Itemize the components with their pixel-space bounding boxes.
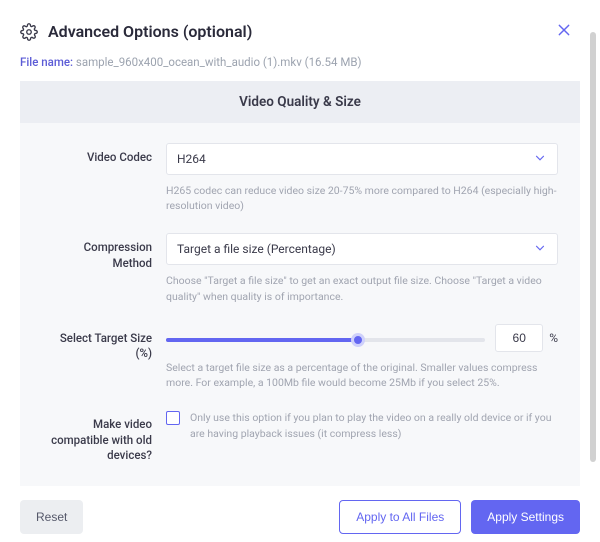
file-name-line: File name: sample_960x400_ocean_with_aud… — [20, 55, 580, 69]
slider-thumb[interactable] — [351, 333, 365, 347]
file-size: (16.54 MB) — [305, 55, 362, 69]
hint-video-codec: H265 codec can reduce video size 20-75% … — [166, 183, 558, 213]
row-compression: Compression Method Target a file size (P… — [20, 233, 580, 303]
label-video-codec: Video Codec — [42, 143, 152, 213]
advanced-options-modal: Advanced Options (optional) File name: s… — [0, 0, 600, 542]
select-video-codec-value: H264 — [177, 152, 206, 166]
gear-icon — [20, 23, 38, 41]
target-size-slider[interactable] — [166, 338, 485, 342]
row-target-size: Select Target Size (%) % Select a target… — [20, 324, 580, 390]
compat-checkbox[interactable] — [166, 411, 180, 425]
slider-fill — [166, 338, 358, 342]
label-compat: Make video compatible with old devices? — [42, 410, 152, 464]
panel-title: Video Quality & Size — [20, 81, 580, 123]
target-size-input[interactable] — [495, 324, 543, 352]
file-name-label: File name: — [20, 55, 73, 69]
apply-all-button[interactable]: Apply to All Files — [339, 500, 461, 534]
row-video-codec: Video Codec H264 H265 codec can reduce v… — [20, 143, 580, 213]
modal-title: Advanced Options (optional) — [48, 22, 252, 41]
hint-compression: Choose "Target a file size" to get an ex… — [166, 273, 558, 303]
label-compression: Compression Method — [42, 233, 152, 303]
select-compression-value: Target a file size (Percentage) — [177, 242, 336, 256]
reset-button[interactable]: Reset — [20, 500, 83, 534]
label-target-size: Select Target Size (%) — [42, 324, 152, 390]
modal-header: Advanced Options (optional) — [20, 22, 580, 41]
select-video-codec[interactable]: H264 — [166, 143, 558, 175]
scrollbar[interactable] — [590, 32, 596, 462]
hint-target-size: Select a target file size as a percentag… — [166, 360, 558, 390]
apply-settings-button[interactable]: Apply Settings — [471, 500, 580, 534]
select-compression[interactable]: Target a file size (Percentage) — [166, 233, 558, 265]
close-button[interactable] — [556, 22, 576, 42]
percent-unit: % — [549, 331, 558, 345]
chevron-down-icon — [533, 151, 547, 168]
chevron-down-icon — [533, 241, 547, 258]
modal-footer: Reset Apply to All Files Apply Settings — [20, 500, 580, 534]
file-name-value: sample_960x400_ocean_with_audio (1).mkv — [76, 55, 302, 69]
quality-panel: Video Quality & Size Video Codec H264 H2… — [20, 81, 580, 486]
hint-compat: Only use this option if you plan to play… — [190, 410, 558, 440]
row-compat: Make video compatible with old devices? … — [20, 410, 580, 464]
